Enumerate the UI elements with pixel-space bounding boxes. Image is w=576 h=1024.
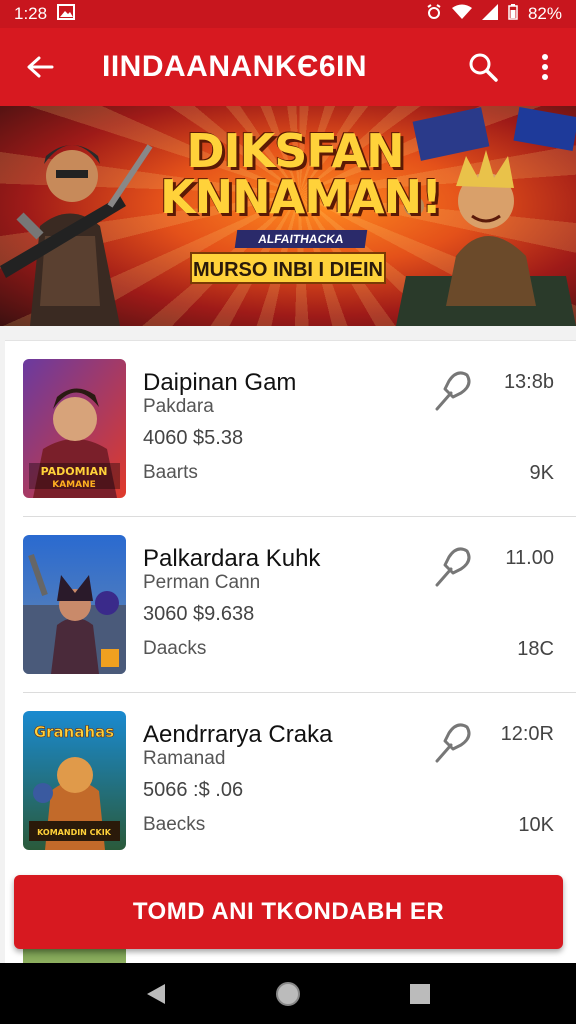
- game-list: PADOMIAN KAMANE Daipinan Gam Pakdara 406…: [5, 340, 576, 860]
- game-thumbnail: Granahas KOMANDIN CKIK: [23, 711, 126, 850]
- game-price: 4060 $5.38: [143, 427, 244, 449]
- image-notification-icon: [57, 3, 76, 25]
- system-nav-bar: [0, 963, 576, 1024]
- more-vert-icon: [542, 54, 548, 80]
- list-item[interactable]: Granahas KOMANDIN CKIK Aendrrarya Craka …: [5, 693, 576, 869]
- primary-action-button[interactable]: TOMD ANI TKONDABH ER: [14, 875, 563, 949]
- status-time: 1:28: [14, 4, 48, 23]
- search-icon: [469, 53, 498, 82]
- svg-text:PADOMIAN: PADOMIAN: [41, 465, 108, 478]
- soldier-character-illustration: [0, 144, 153, 326]
- game-count: 18C: [517, 638, 554, 660]
- nav-recents-button[interactable]: [398, 972, 442, 1016]
- game-category: Baarts: [143, 462, 198, 483]
- game-name: Daipinan Gam: [143, 369, 297, 396]
- pin-icon[interactable]: [433, 367, 473, 413]
- svg-text:KAMANE: KAMANE: [52, 480, 96, 490]
- game-price: 3060 $9.638: [143, 603, 255, 625]
- game-developer: Perman Cann: [143, 572, 261, 593]
- back-arrow-icon: [27, 56, 54, 78]
- back-button[interactable]: [0, 28, 80, 106]
- list-item[interactable]: PADOMIAN KAMANE Daipinan Gam Pakdara 406…: [5, 341, 576, 517]
- battery-icon: [508, 3, 518, 25]
- list-item[interactable]: Palkardara Kuhk Perman Cann 3060 $9.638 …: [5, 517, 576, 693]
- page-title: IINDAANANKЄ6IN: [102, 50, 368, 83]
- pin-icon[interactable]: [433, 543, 473, 589]
- game-time: 11.00: [505, 547, 554, 569]
- svg-text:KOMANDIN CKIK: KOMANDIN CKIK: [37, 828, 112, 837]
- pin-icon[interactable]: [433, 719, 473, 765]
- banner-tagline: MURSO INBI I DIEIN: [190, 252, 386, 284]
- game-category: Baecks: [143, 814, 206, 835]
- nav-back-icon: [147, 983, 165, 1004]
- game-developer: Pakdara: [143, 396, 214, 417]
- app-bar: IINDAANANKЄ6IN: [0, 28, 576, 106]
- banner-title: DIKSFAN KNNAMAN!: [160, 124, 442, 224]
- nav-back-button[interactable]: [134, 972, 178, 1016]
- game-time: 13:8b: [503, 371, 554, 393]
- game-category: Daacks: [143, 638, 207, 659]
- game-name: Aendrrarya Craka: [143, 721, 333, 748]
- nav-recents-icon: [410, 983, 430, 1004]
- status-bar: 1:28 82%: [0, 0, 576, 28]
- alarm-icon: [426, 3, 442, 25]
- wifi-icon: [451, 4, 472, 25]
- svg-text:Granahas: Granahas: [34, 723, 114, 741]
- game-name: Palkardara Kuhk: [143, 545, 321, 572]
- signal-icon: [481, 3, 498, 25]
- game-thumbnail: [23, 535, 126, 674]
- search-button[interactable]: [452, 28, 514, 106]
- nav-home-button[interactable]: [266, 972, 310, 1016]
- promo-banner[interactable]: DIKSFAN KNNAMAN! ALFAITHACKA MURSO INBI …: [0, 106, 576, 326]
- game-time: 12:0R: [500, 723, 554, 745]
- game-count: 10K: [518, 814, 554, 836]
- game-count: 9K: [529, 462, 554, 484]
- game-developer: Ramanad: [143, 748, 226, 769]
- nav-home-icon: [276, 981, 300, 1006]
- battery-level: 82%: [527, 4, 562, 23]
- more-options-button[interactable]: [514, 28, 576, 106]
- banner-subtitle: ALFAITHACKA: [234, 230, 368, 248]
- game-thumbnail: PADOMIAN KAMANE: [23, 359, 126, 498]
- game-price: 5066 :$ .06: [143, 779, 244, 801]
